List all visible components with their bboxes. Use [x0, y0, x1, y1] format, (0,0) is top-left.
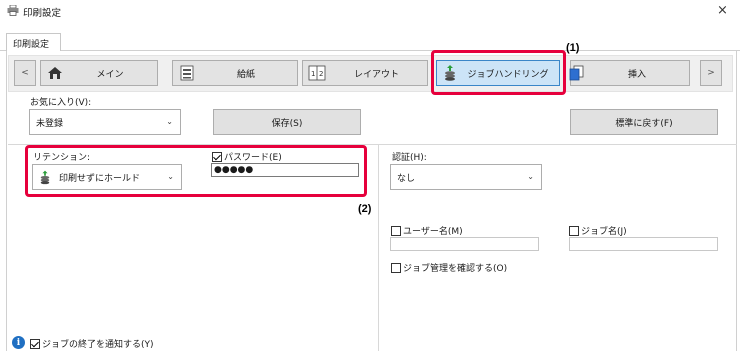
nav-next-button[interactable]: > [700, 60, 722, 86]
callout-1: (1) [566, 42, 580, 54]
home-icon [48, 67, 62, 79]
nav-layout-label: レイアウト [353, 69, 399, 80]
callout-2: (2) [358, 203, 372, 215]
notify-row[interactable]: ジョブの終了を通知する(Y) [30, 337, 154, 350]
confirm-job-checkbox[interactable] [391, 262, 401, 273]
tab-print-settings[interactable]: 印刷設定 [6, 33, 61, 52]
favorites-value: 未登録 [36, 118, 64, 129]
confirm-job-label: ジョブ管理を確認する(O) [403, 264, 508, 274]
user-name-row[interactable]: ユーザー名(M) [391, 224, 463, 237]
job-stack-icon [40, 170, 50, 184]
password-checkbox-row[interactable]: パスワード(E) [212, 150, 282, 163]
svg-text:1: 1 [311, 70, 315, 78]
nav-paper-label: 給紙 [236, 69, 255, 80]
column-divider [378, 144, 379, 351]
auth-label: 認証(H): [392, 153, 427, 163]
nav-insert-button[interactable]: 挿入 [569, 60, 690, 86]
nav-job-handling-label: ジョブハンドリング [467, 69, 549, 80]
notify-checkbox[interactable] [30, 338, 40, 349]
password-label: パスワード(E) [224, 153, 282, 163]
info-icon: i [12, 336, 25, 349]
nav-main-button[interactable]: メイン [40, 60, 158, 86]
auth-value: なし [397, 173, 416, 184]
svg-text:2: 2 [319, 70, 323, 78]
notify-label: ジョブの終了を通知する(Y) [42, 340, 154, 350]
layout-pages-icon: 1 2 [308, 65, 326, 81]
paper-tray-icon [180, 65, 194, 81]
tab-strip [0, 33, 740, 51]
window-title: 印刷設定 [23, 8, 62, 19]
insert-pages-icon [569, 65, 584, 81]
chevron-right-icon: > [707, 68, 715, 78]
nav-main-label: メイン [96, 69, 124, 80]
retention-value: 印刷せずにホールド [59, 173, 141, 184]
password-input[interactable]: ●●●●● [211, 163, 359, 177]
save-button[interactable]: 保存(S) [213, 109, 361, 135]
job-stack-icon [445, 65, 455, 81]
chevron-left-icon: < [21, 68, 29, 78]
job-name-input[interactable] [569, 237, 718, 251]
favorites-label: お気に入り(V): [30, 98, 92, 108]
nav-insert-label: 挿入 [627, 69, 646, 80]
user-name-label: ユーザー名(M) [403, 227, 463, 237]
retention-select[interactable]: 印刷せずにホールド ⌄ [32, 164, 182, 190]
chevron-down-icon: ⌄ [167, 172, 174, 181]
favorites-select[interactable]: 未登録 ⌄ [29, 109, 181, 135]
settings-panel [6, 51, 737, 351]
retention-label: リテンション: [33, 153, 91, 163]
job-name-checkbox[interactable] [569, 225, 579, 236]
nav-paper-button[interactable]: 給紙 [172, 60, 298, 86]
auth-select[interactable]: なし ⌄ [390, 164, 542, 190]
password-checkbox[interactable] [212, 151, 222, 162]
job-name-row[interactable]: ジョブ名(J) [569, 224, 627, 237]
printer-icon [7, 5, 19, 16]
nav-prev-button[interactable]: < [14, 60, 36, 86]
user-name-checkbox[interactable] [391, 225, 401, 236]
user-name-input[interactable] [390, 237, 539, 251]
job-name-label: ジョブ名(J) [581, 227, 627, 237]
chevron-down-icon: ⌄ [166, 117, 173, 126]
chevron-down-icon: ⌄ [527, 172, 534, 181]
nav-job-handling-button[interactable]: ジョブハンドリング [436, 60, 560, 86]
close-button[interactable]: × [717, 3, 728, 18]
reset-defaults-button[interactable]: 標準に戻す(F) [570, 109, 718, 135]
nav-layout-button[interactable]: 1 2 レイアウト [302, 60, 428, 86]
title-bar [0, 0, 740, 22]
confirm-job-row[interactable]: ジョブ管理を確認する(O) [391, 261, 507, 274]
